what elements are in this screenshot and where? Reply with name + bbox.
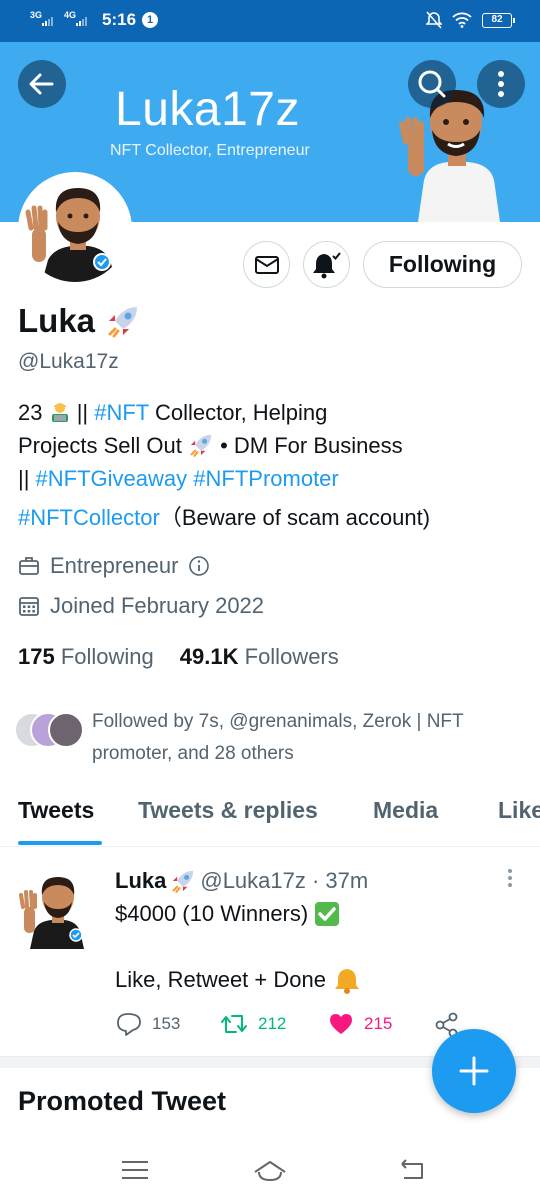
tweet-author-name[interactable]: Luka: [115, 868, 166, 894]
tab-tweets[interactable]: Tweets: [18, 797, 94, 824]
profile-category: Entrepreneur: [18, 553, 210, 579]
heart-icon: [330, 1014, 352, 1034]
followed-by-avatars: [14, 712, 88, 752]
hashtag-nft[interactable]: #NFT: [94, 400, 149, 425]
notifications-button[interactable]: [303, 241, 350, 288]
battery-icon: 82: [482, 12, 515, 28]
notification-count-icon: 1: [142, 12, 159, 28]
compose-tweet-button[interactable]: [432, 1029, 516, 1113]
rocket-emoji-icon: [190, 434, 212, 457]
retweet-icon: [221, 1015, 247, 1033]
rocket-emoji-icon: [172, 870, 194, 893]
banner-title: Luka17z: [115, 83, 300, 136]
calendar-icon: [19, 597, 39, 616]
tweet-text-line2: Like, Retweet + Done: [115, 966, 360, 994]
profile-tabs: Tweets Tweets & replies Media Likes: [0, 795, 540, 847]
hashtag-nftpromoter[interactable]: #NFTPromoter: [193, 466, 338, 491]
tweet-more-icon[interactable]: [500, 866, 520, 890]
recent-apps-icon[interactable]: [118, 1156, 152, 1184]
mail-icon: [254, 255, 279, 274]
tweet-handle-time: @Luka17z · 37m: [200, 868, 369, 893]
tweet-header: Luka @Luka17z · 37m: [115, 868, 368, 894]
briefcase-icon: [19, 557, 39, 575]
more-options-button[interactable]: [477, 60, 525, 108]
back-button[interactable]: [18, 60, 66, 108]
search-icon: [418, 70, 446, 98]
check-mark-emoji-icon: [315, 902, 340, 926]
signal-3g-icon: 3G: [30, 11, 58, 29]
profile-joined-date: Joined February 2022: [18, 593, 264, 619]
clock: 5:16: [102, 10, 137, 29]
more-vertical-icon: [498, 71, 504, 97]
info-icon[interactable]: [188, 555, 210, 577]
follow-stats: 175 Following 49.1K Followers: [18, 644, 339, 670]
bell-check-icon: [312, 251, 341, 278]
profile-handle: @Luka17z: [18, 350, 119, 373]
following-count-link[interactable]: 175 Following: [18, 644, 154, 670]
following-button[interactable]: Following: [363, 241, 522, 288]
plus-icon: [459, 1056, 489, 1086]
follower-avatar: [48, 712, 84, 748]
technologist-emoji-icon: [51, 403, 68, 422]
followers-count-link[interactable]: 49.1K Followers: [180, 644, 339, 670]
profile-name: Luka: [18, 302, 141, 340]
profile-bio: 23 || #NFT Collector, Helping Projects S…: [18, 400, 431, 530]
wifi-icon: [452, 12, 472, 28]
message-button[interactable]: [243, 241, 290, 288]
like-button[interactable]: 215: [328, 1012, 392, 1036]
hashtag-nftcollector[interactable]: #NFTCollector: [18, 505, 160, 530]
home-icon[interactable]: [253, 1156, 287, 1184]
reply-button[interactable]: 153: [116, 1012, 180, 1036]
profile-name-text: Luka: [18, 302, 96, 339]
back-nav-icon[interactable]: [394, 1156, 428, 1184]
retweet-button[interactable]: 212: [220, 1012, 286, 1036]
active-tab-indicator: [18, 841, 102, 845]
tweet-actions: 153 212 215: [116, 1012, 476, 1042]
promoted-tweet-heading: Promoted Tweet: [18, 1086, 227, 1116]
search-button[interactable]: [408, 60, 456, 108]
arrow-left-icon: [29, 73, 54, 95]
status-bar: 3G 4G 5:16 1 82: [0, 0, 540, 42]
followed-by-text: Followed by 7s, @grenanimals, Zerok | NF…: [92, 711, 464, 764]
hashtag-nftgiveaway[interactable]: #NFTGiveaway: [36, 466, 188, 491]
mute-bell-icon: [426, 11, 442, 29]
profile-avatar[interactable]: [18, 172, 132, 286]
signal-4g-icon: 4G: [64, 11, 92, 29]
system-nav-bar: [0, 1140, 540, 1200]
tab-media[interactable]: Media: [373, 797, 438, 824]
tweet-avatar[interactable]: [18, 869, 88, 949]
banner-subtitle: NFT Collector, Entrepreneur: [110, 142, 310, 159]
bell-emoji-icon: [334, 969, 359, 994]
rocket-emoji-icon: [108, 307, 138, 338]
tweet-text-line1: $4000 (10 Winners): [115, 901, 340, 927]
tab-likes[interactable]: Likes: [498, 797, 540, 824]
reply-icon: [117, 1013, 141, 1036]
tab-tweets-replies[interactable]: Tweets & replies: [138, 797, 318, 824]
